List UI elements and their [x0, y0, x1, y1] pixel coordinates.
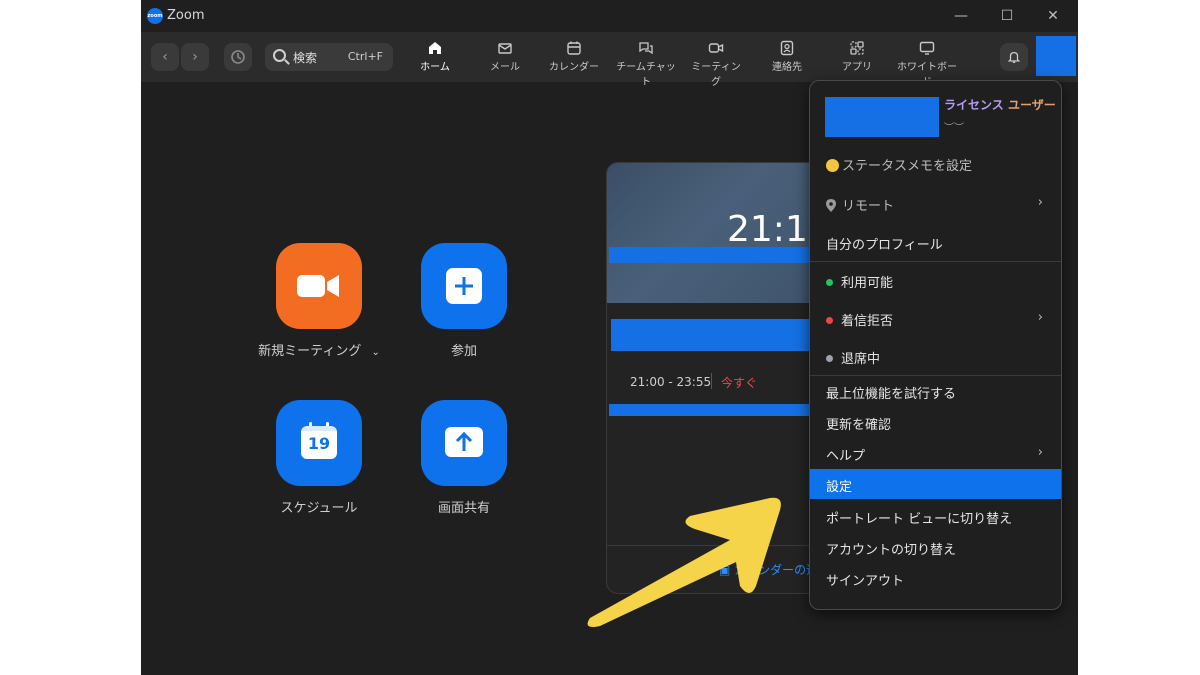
- tab-apps[interactable]: アプリ: [841, 40, 873, 78]
- tab-label: アプリ: [842, 62, 872, 73]
- annotation-arrow-icon: [587, 497, 781, 627]
- tab-home[interactable]: ホーム: [413, 40, 457, 78]
- share-screen-label: 画面共有: [437, 501, 490, 516]
- video-camera-icon: [297, 275, 339, 297]
- join-button[interactable]: [421, 243, 507, 329]
- whiteboard-icon: [919, 41, 935, 55]
- history-icon: [231, 50, 245, 64]
- menu-item-sign-out[interactable]: サインアウト: [810, 563, 1061, 593]
- new-meeting-label[interactable]: 新規ミーティング ⌄: [249, 340, 389, 359]
- join-label: 参加: [450, 344, 477, 359]
- tab-calendar[interactable]: カレンダー: [549, 40, 599, 78]
- menu-item-help[interactable]: ヘルプ ›: [810, 438, 1061, 468]
- menu-avatar: [825, 97, 939, 137]
- schedule-button[interactable]: 19: [276, 400, 362, 486]
- available-status-icon: [826, 279, 833, 286]
- chevron-right-icon: ›: [1037, 445, 1043, 460]
- calendar-icon: [567, 41, 581, 55]
- history-button[interactable]: [224, 43, 252, 71]
- window-title: Zoom: [167, 8, 205, 23]
- search-box[interactable]: 検索 Ctrl+F: [265, 43, 393, 71]
- location-pin-icon: [826, 199, 836, 212]
- tab-label: チームチャット: [616, 62, 676, 88]
- menu-item-available[interactable]: 利用可能: [810, 265, 1061, 295]
- chevron-down-icon[interactable]: ⌄: [371, 347, 379, 358]
- tab-label: メール: [490, 62, 520, 73]
- bell-icon: [1007, 52, 1021, 63]
- schedule-label: スケジュール: [280, 501, 358, 516]
- chat-icon: [639, 42, 653, 55]
- search-icon: [273, 49, 286, 62]
- mail-icon: [498, 43, 512, 54]
- tab-whiteboard[interactable]: ホワイトボード: [895, 40, 959, 88]
- menu-item-profile[interactable]: 自分のプロフィール: [810, 227, 1061, 257]
- menu-item-try-upgrade[interactable]: 最上位機能を試行する: [810, 376, 1061, 406]
- tab-team-chat[interactable]: チームチャット: [615, 40, 677, 88]
- tab-label: ホーム: [420, 62, 450, 73]
- chevron-right-icon: ›: [1037, 195, 1043, 210]
- back-button[interactable]: ‹: [151, 43, 179, 71]
- meeting-status: 今すぐ: [721, 376, 758, 390]
- smile-icon: [826, 159, 839, 172]
- zoom-logo-icon: zoom: [147, 8, 163, 24]
- contacts-icon: [780, 40, 794, 56]
- apps-icon: [850, 41, 864, 55]
- tab-label: 連絡先: [772, 62, 802, 73]
- search-shortcut: Ctrl+F: [347, 50, 383, 63]
- tab-meetings[interactable]: ミーティング: [691, 40, 741, 88]
- tab-label: ミーティング: [691, 62, 741, 88]
- avatar[interactable]: [1036, 36, 1076, 76]
- sleep-icon: ︶︶: [944, 123, 964, 134]
- share-screen-button[interactable]: [421, 400, 507, 486]
- license-badge: ライセンス ユーザー: [944, 98, 1056, 112]
- video-icon: [708, 43, 724, 53]
- menu-item-location[interactable]: リモート ›: [810, 188, 1061, 218]
- close-button[interactable]: ✕: [1038, 6, 1068, 26]
- maximize-button[interactable]: ☐: [992, 6, 1022, 26]
- forward-button[interactable]: ›: [181, 43, 209, 71]
- tab-mail[interactable]: メール: [487, 40, 523, 78]
- home-icon: [429, 42, 441, 54]
- chevron-right-icon: ›: [1037, 310, 1043, 325]
- menu-item-status-memo[interactable]: ステータスメモを設定: [810, 148, 1061, 178]
- divider: [810, 261, 1061, 262]
- menu-item-check-update[interactable]: 更新を確認: [810, 407, 1061, 437]
- menu-item-settings[interactable]: 設定: [810, 469, 1061, 499]
- title-bar: zoom Zoom — ☐ ✕: [141, 0, 1078, 32]
- new-meeting-button[interactable]: [276, 243, 362, 329]
- away-status-icon: [826, 355, 833, 362]
- plus-icon: [446, 268, 482, 304]
- menu-item-switch-account[interactable]: アカウントの切り替え: [810, 532, 1061, 562]
- calendar-day: 19: [307, 434, 331, 453]
- tab-label: カレンダー: [549, 62, 599, 73]
- minimize-button[interactable]: —: [946, 6, 976, 26]
- share-screen-icon: [445, 427, 483, 457]
- profile-menu: ライセンス ユーザー ︶︶ ステータスメモを設定 リモート › 自分のプロフィー…: [809, 80, 1062, 610]
- menu-item-portrait-view[interactable]: ポートレート ビューに切り替え: [810, 501, 1061, 531]
- divider: [711, 373, 712, 389]
- dnd-status-icon: [826, 317, 833, 324]
- notifications-button[interactable]: [1000, 43, 1028, 71]
- search-label: 検索: [293, 51, 318, 65]
- menu-item-dnd[interactable]: 着信拒否 ›: [810, 303, 1061, 333]
- menu-item-away[interactable]: 退席中: [810, 341, 1061, 371]
- meeting-time: 21:00 - 23:55: [630, 375, 712, 389]
- tab-contacts[interactable]: 連絡先: [769, 40, 805, 78]
- top-toolbar: ‹ › 検索 Ctrl+F ホーム メール カレンダー チームチャット ミーティ…: [141, 32, 1078, 88]
